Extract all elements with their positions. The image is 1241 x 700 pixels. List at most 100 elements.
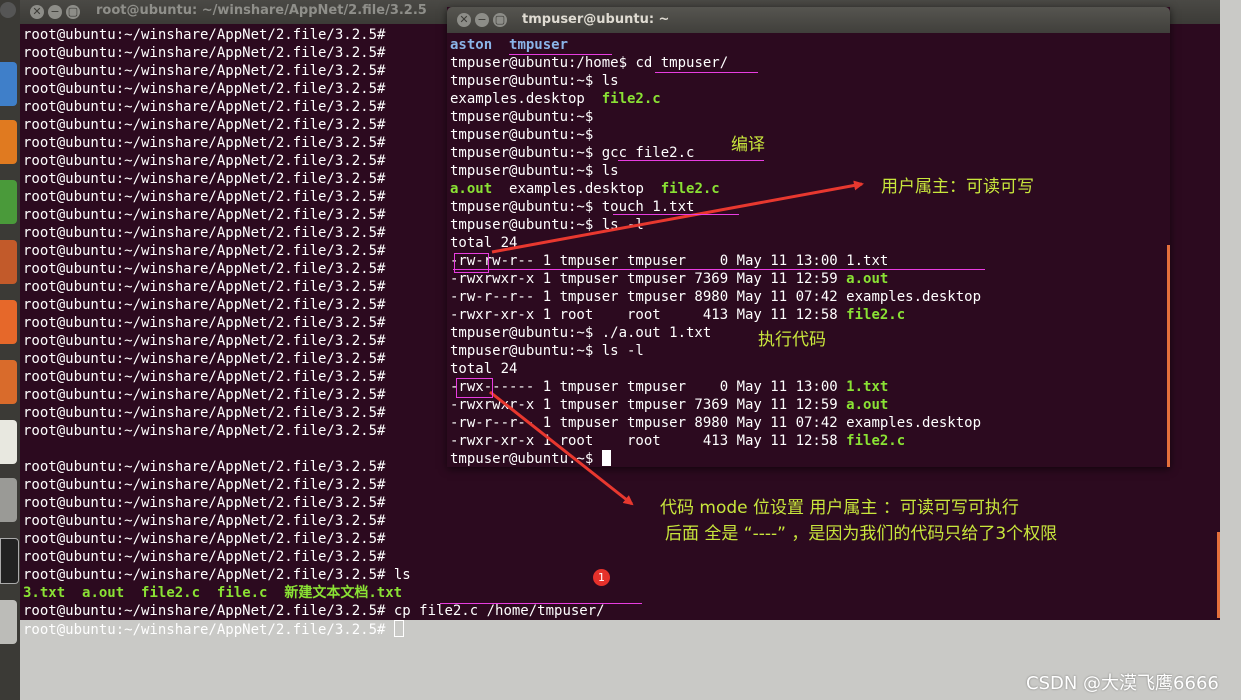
command: ls -l: [601, 217, 644, 233]
file-entry: file2.c: [660, 181, 720, 197]
launcher-dock: [0, 0, 20, 700]
underline-cd: [655, 72, 758, 73]
amazon-icon[interactable]: [0, 360, 17, 404]
underline-1txt-row: [453, 269, 985, 270]
prompt: tmpuser@ubuntu:/home$: [450, 55, 636, 71]
file-name: examples.desktop: [846, 289, 982, 305]
file-name: examples.desktop: [846, 415, 982, 431]
terminal-line: 3.txt a.out file2.c file.c 新建文本文档.txt: [23, 584, 605, 602]
close-icon[interactable]: ✕: [457, 13, 471, 27]
prompt: tmpuser@ubuntu:~$: [450, 451, 602, 467]
terminal-line: root@ubuntu:~/winshare/AppNet/2.file/3.2…: [23, 531, 386, 547]
text-cursor[interactable]: [393, 620, 404, 637]
command: cp file2.c /home/tmpuser/: [393, 603, 605, 619]
command: ls: [601, 163, 619, 179]
file-meta: -rw-rw-r-- 1 tmpuser tmpuser 0 May 11 13…: [450, 253, 847, 269]
command: ./a.out 1.txt: [601, 325, 712, 341]
terminal-line: root@ubuntu:~/winshare/AppNet/2.file/3.2…: [23, 477, 386, 493]
underline-cp: [440, 603, 642, 604]
firefox-icon[interactable]: [0, 120, 17, 164]
command: cd tmpuser/: [635, 55, 729, 71]
terminal-line: total 24: [450, 361, 518, 377]
prompt: root@ubuntu:~/winshare/AppNet/2.file/3.2…: [23, 603, 386, 619]
listing-row: -rwx------ 1 tmpuser tmpuser 0 May 11 13…: [450, 378, 981, 396]
terminal-line: tmpuser@ubuntu:~$: [450, 108, 981, 126]
underline-touch: [613, 214, 739, 215]
files-icon[interactable]: [0, 62, 17, 106]
command: gcc file2.c: [601, 145, 695, 161]
file-name: a.out: [846, 271, 889, 287]
prompt: tmpuser@ubuntu:~$: [450, 145, 602, 161]
file-name: file2.c: [846, 433, 906, 449]
text-cursor[interactable]: [601, 450, 611, 466]
terminal-line: root@ubuntu:~/winshare/AppNet/2.file/3.2…: [23, 567, 411, 583]
terminal-line: root@ubuntu:~/winshare/AppNet/2.file/3.2…: [23, 549, 386, 565]
note-compile: 编译: [731, 135, 765, 155]
file-name: 1.txt: [846, 379, 889, 395]
box-rw: [454, 253, 489, 273]
front-terminal-window[interactable]: ✕ − ▢ tmpuser@ubuntu: ~ aston tmpuser tmp…: [447, 7, 1170, 467]
settings-icon[interactable]: [0, 478, 17, 522]
note-mode-2: 后面 全是 “----” ，是因为我们的代码只给了3个权限: [665, 524, 1058, 544]
close-icon[interactable]: ✕: [30, 5, 44, 19]
user-name: tmpuser: [509, 37, 569, 53]
command: ls: [601, 73, 619, 89]
underline-tmpuser: [509, 54, 612, 55]
libreoffice-writer-icon[interactable]: [0, 180, 17, 224]
prompt: tmpuser@ubuntu:~$: [450, 199, 602, 215]
terminal-line: tmpuser@ubuntu:/home$ cd tmpuser/: [450, 54, 981, 72]
terminal-line: total 24: [450, 235, 518, 251]
terminal-icon[interactable]: [0, 538, 19, 584]
file-entry: file2.c: [141, 585, 201, 601]
terminal-line: tmpuser@ubuntu:~$ ./a.out 1.txt: [450, 324, 981, 342]
prompt: tmpuser@ubuntu:~$: [450, 217, 602, 233]
file-name: file2.c: [846, 307, 906, 323]
prompt: tmpuser@ubuntu:~$: [450, 343, 602, 359]
minimize-icon[interactable]: −: [48, 5, 62, 19]
app-store-icon[interactable]: [0, 420, 17, 464]
prompt: tmpuser@ubuntu:~$: [450, 109, 602, 125]
terminal-line[interactable]: root@ubuntu:~/winshare/AppNet/2.file/3.2…: [23, 620, 605, 638]
terminal-line: root@ubuntu:~/winshare/AppNet/2.file/3.2…: [23, 602, 605, 620]
maximize-icon[interactable]: ▢: [66, 5, 80, 19]
underline-gcc: [618, 160, 764, 161]
file-entry: 3.txt: [23, 585, 66, 601]
terminal-line: root@ubuntu:~/winshare/AppNet/2.file/3.2…: [23, 495, 386, 511]
file-entry: a.out: [82, 585, 125, 601]
terminal-line: root@ubuntu:~/winshare/AppNet/2.file/3.2…: [23, 513, 386, 529]
listing-row: -rwxr-xr-x 1 root root 413 May 11 12:58 …: [450, 432, 981, 450]
prompt: tmpuser@ubuntu:~$: [450, 127, 602, 143]
prompt: tmpuser@ubuntu:~$: [450, 163, 602, 179]
file-entry: examples.desktop: [509, 181, 644, 197]
note-owner-rw: 用户属主：可读可写: [881, 177, 1034, 197]
terminal-line[interactable]: tmpuser@ubuntu:~$: [450, 450, 981, 468]
prompt: tmpuser@ubuntu:~$: [450, 73, 602, 89]
listing-row: -rw-r--r-- 1 tmpuser tmpuser 8980 May 11…: [450, 288, 981, 306]
software-center-icon[interactable]: [0, 300, 17, 344]
minimize-icon[interactable]: −: [475, 13, 489, 27]
file-name: a.out: [846, 397, 889, 413]
window-edge-highlight: [1217, 532, 1220, 618]
terminal-line: tmpuser@ubuntu:~$ ls -l: [450, 342, 981, 360]
front-terminal-title: tmpuser@ubuntu: ~: [522, 12, 670, 27]
libreoffice-impress-icon[interactable]: [0, 240, 17, 284]
maximize-icon[interactable]: ▢: [493, 13, 507, 27]
terminal-line: aston tmpuser: [450, 36, 981, 54]
file-meta: -rwxrwxr-x 1 tmpuser tmpuser 7369 May 11…: [450, 397, 847, 413]
listing-row: -rwxrwxr-x 1 tmpuser tmpuser 7369 May 11…: [450, 396, 981, 414]
ubuntu-logo-icon[interactable]: [0, 2, 16, 18]
file-meta: -rw-r--r-- 1 tmpuser tmpuser 8980 May 11…: [450, 415, 847, 431]
listing-row: -rwxrwxr-x 1 tmpuser tmpuser 7369 May 11…: [450, 270, 981, 288]
command: touch 1.txt: [601, 199, 695, 215]
terminal-line: tmpuser@ubuntu:~$ ls -l: [450, 216, 981, 234]
trash-icon[interactable]: [0, 600, 17, 644]
box-rwx: [456, 378, 493, 398]
file-meta: -rwxr-xr-x 1 root root 413 May 11 12:58: [450, 307, 847, 323]
file-meta: -rwx------ 1 tmpuser tmpuser 0 May 11 13…: [450, 379, 847, 395]
file-name: 1.txt: [846, 253, 889, 269]
front-terminal-titlebar[interactable]: ✕ − ▢ tmpuser@ubuntu: ~: [447, 7, 1170, 33]
note-exec-code: 执行代码: [758, 330, 826, 350]
step-badge: 1: [593, 569, 610, 586]
listing-row: -rw-rw-r-- 1 tmpuser tmpuser 0 May 11 13…: [450, 252, 981, 270]
listing-row: -rw-r--r-- 1 tmpuser tmpuser 8980 May 11…: [450, 414, 981, 432]
